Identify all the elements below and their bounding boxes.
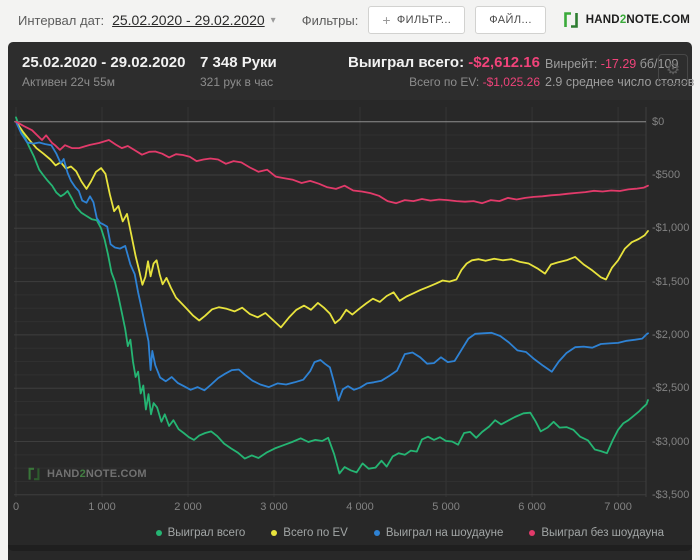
session-date-range: 25.02.2020 - 29.02.2020 xyxy=(22,54,186,71)
chart-watermark: HAND2NOTE.COM xyxy=(26,466,147,482)
chevron-down-icon: ▾ xyxy=(270,14,276,26)
legend-dot-icon xyxy=(155,530,162,536)
legend-dot-icon xyxy=(373,530,380,536)
y-tick-label: -$1,500 xyxy=(652,275,690,288)
legend-dot-icon xyxy=(529,530,536,536)
report-panel: 25.02.2020 - 29.02.2020 Активен 22ч 55м … xyxy=(8,42,694,560)
x-tick-label: 3 000 xyxy=(260,501,288,513)
y-tick-label: -$1,000 xyxy=(652,222,690,235)
hand2note-watermark-icon xyxy=(28,467,40,481)
file-button-label: ФАЙЛ... xyxy=(489,14,532,26)
plus-icon: + xyxy=(382,12,391,28)
hands-count: 7 348 Руки xyxy=(200,54,277,71)
legend-item-2[interactable]: Выиграл на шоудауне xyxy=(373,527,504,539)
chart-plot xyxy=(8,100,692,560)
x-tick-label: 6 000 xyxy=(518,501,546,513)
session-active-time: Активен 22ч 55м xyxy=(22,75,115,89)
watermark-text: HAND2NOTE.COM xyxy=(47,468,147,480)
y-tick-label: $0 xyxy=(652,115,665,128)
top-toolbar: Интервал дат: 25.02.2020 - 29.02.2020 ▾ … xyxy=(0,0,700,40)
brand-logo: HAND2NOTE.COM xyxy=(561,0,690,40)
y-tick-label: -$3,000 xyxy=(652,435,690,448)
winrate-value: -17.29 xyxy=(600,57,637,71)
legend-item-1[interactable]: Всего по EV xyxy=(271,527,348,539)
ev-total-value: -$1,025.26 xyxy=(482,75,540,89)
filter-button[interactable]: + ФИЛЬТР... xyxy=(368,6,466,34)
filters-label: Фильтры: xyxy=(301,12,359,28)
ev-total-line: Всего по EV: -$1,025.26 xyxy=(409,75,540,89)
brand-text: HAND2NOTE.COM xyxy=(585,14,690,26)
settings-button[interactable]: ⚙ xyxy=(658,54,688,84)
legend-label: Выиграл без шоудауна xyxy=(541,527,664,539)
chart-legend: Выиграл всего Всего по EV Выиграл на шоуда… xyxy=(8,527,692,539)
x-tick-label: 0 xyxy=(12,501,20,513)
y-tick-label: -$2,000 xyxy=(652,328,690,341)
winnings-block: Выиграл всего: -$2,612.16 Всего по EV: -… xyxy=(290,54,540,89)
y-tick-label: -$2,500 xyxy=(652,382,690,395)
gear-icon: ⚙ xyxy=(665,61,681,78)
interval-label: Интервал дат: xyxy=(18,12,105,28)
x-tick-label: 1 000 xyxy=(88,501,116,513)
x-tick-label: 2 000 xyxy=(174,501,202,513)
hands-per-hour: 321 рук в час xyxy=(200,75,274,89)
date-range-value: 25.02.2020 - 29.02.2020 xyxy=(112,12,265,28)
hands-block: 7 348 Руки 321 рук в час xyxy=(200,54,277,89)
legend-item-0[interactable]: Выиграл всего xyxy=(155,527,246,539)
won-total-line: Выиграл всего: -$2,612.16 xyxy=(348,54,540,71)
x-tick-label: 5 000 xyxy=(432,501,460,513)
file-button[interactable]: ФАЙЛ... xyxy=(475,6,546,34)
x-tick-label: 4 000 xyxy=(346,501,374,513)
y-tick-label: -$500 xyxy=(652,169,681,181)
date-range-dropdown[interactable]: 25.02.2020 - 29.02.2020 ▾ xyxy=(112,12,276,28)
won-total-value: -$2,612.16 xyxy=(468,54,540,71)
legend-item-3[interactable]: Выиграл без шоудауна xyxy=(529,527,664,539)
hand2note-icon xyxy=(563,12,578,28)
filter-button-label: ФИЛЬТР... xyxy=(396,14,452,26)
x-tick-label: 7 000 xyxy=(604,501,632,513)
session-date-block: 25.02.2020 - 29.02.2020 Активен 22ч 55м xyxy=(22,54,185,89)
legend-label: Выиграл всего xyxy=(167,527,246,539)
legend-label: Всего по EV xyxy=(283,527,348,539)
y-tick-label: -$3,500 xyxy=(652,488,690,501)
legend-label: Выиграл на шоудауне xyxy=(385,527,504,539)
legend-dot-icon xyxy=(271,530,278,536)
